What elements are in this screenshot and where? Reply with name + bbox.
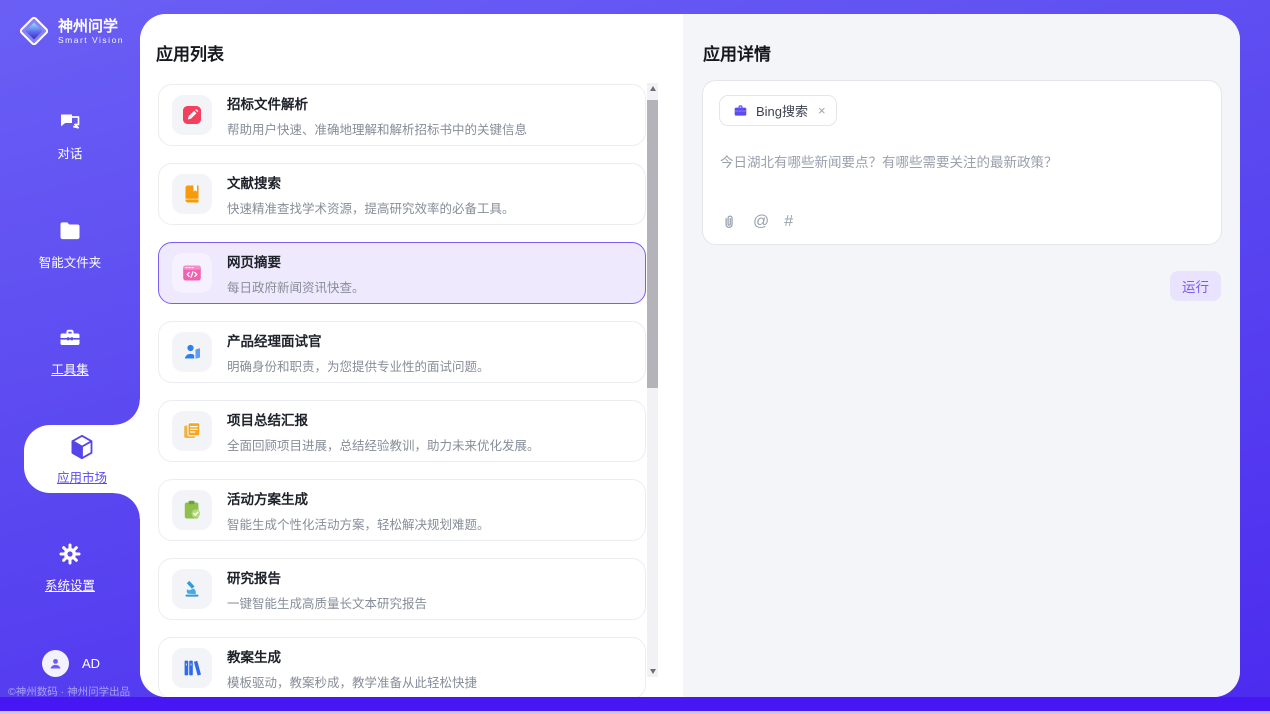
sidebar-item-smart-folder[interactable]: 智能文件夹 (0, 217, 140, 271)
clipboard-check-icon (172, 490, 212, 530)
toolbox-icon (56, 324, 84, 352)
app-card-doc-search[interactable]: 文献搜索 快速精准查找学术资源，提高研究效率的必备工具。 (158, 163, 646, 225)
paperclip-icon[interactable] (720, 213, 738, 231)
app-card-desc: 每日政府新闻资讯快查。 (227, 277, 365, 296)
app-card-desc: 模板驱动，教案秒成，教学准备从此轻松快捷 (227, 672, 477, 691)
tool-chip-label: Bing搜索 (756, 101, 808, 120)
app-card-project-summary[interactable]: 项目总结汇报 全面回顾项目进展，总结经验教训，助力未来优化发展。 (158, 400, 646, 462)
app-card-lesson-plan[interactable]: 教案生成 模板驱动，教案秒成，教学准备从此轻松快捷 (158, 637, 646, 697)
app-list-title: 应用列表 (156, 40, 224, 65)
scroll-down-arrow-icon[interactable] (647, 666, 658, 677)
app-card-desc: 帮助用户快速、准确地理解和解析招标书中的关键信息 (227, 119, 527, 138)
app-card-title: 产品经理面试官 (227, 330, 490, 350)
app-list: 招标文件解析 帮助用户快速、准确地理解和解析招标书中的关键信息 文献搜索 快速精… (158, 84, 646, 697)
sidebar-item-app-market[interactable]: 应用市场 (24, 425, 140, 493)
content-panel: 应用列表 招标文件解析 帮助用户快速、准确地理解和解析招标书中的关键信息 文献搜… (140, 14, 1240, 697)
hash-icon[interactable]: # (784, 213, 793, 231)
app-card-title: 网页摘要 (227, 251, 365, 271)
app-card-desc: 全面回顾项目进展，总结经验教训，助力未来优化发展。 (227, 435, 540, 454)
app-card-desc: 明确身份和职责，为您提供专业性的面试问题。 (227, 356, 490, 375)
sidebar-item-label: 应用市场 (57, 467, 107, 486)
app-card-title: 教案生成 (227, 646, 477, 666)
pencil-edit-icon (172, 95, 212, 135)
prompt-input[interactable]: 今日湖北有哪些新闻要点？有哪些需要关注的最新政策？ (720, 151, 1200, 171)
brand-name: 神州问学 (58, 18, 124, 35)
app-card-title: 招标文件解析 (227, 93, 527, 113)
user-icon (47, 655, 64, 672)
sidebar-item-label: 智能文件夹 (39, 252, 102, 271)
app-card-web-summary[interactable]: 网页摘要 每日政府新闻资讯快查。 (158, 242, 646, 304)
app-card-desc: 快速精准查找学术资源，提高研究效率的必备工具。 (227, 198, 515, 217)
composer-card: Bing搜索 × 今日湖北有哪些新闻要点？有哪些需要关注的最新政策？ @ # (702, 80, 1222, 245)
app-card-title: 文献搜索 (227, 172, 515, 192)
interviewer-icon (172, 332, 212, 372)
app-card-bid-parse[interactable]: 招标文件解析 帮助用户快速、准确地理解和解析招标书中的关键信息 (158, 84, 646, 146)
sidebar-item-label: 系统设置 (45, 575, 95, 594)
browser-code-icon (172, 253, 212, 293)
mention-icon[interactable]: @ (753, 213, 769, 231)
chat-icon (56, 108, 84, 136)
app-card-title: 项目总结汇报 (227, 409, 540, 429)
user-label: AD (82, 656, 100, 671)
app-card-activity-plan[interactable]: 活动方案生成 智能生成个性化活动方案，轻松解决规划难题。 (158, 479, 646, 541)
bottom-accent-bar (0, 697, 1270, 711)
scrollbar[interactable] (647, 83, 658, 677)
scroll-up-arrow-icon[interactable] (647, 83, 658, 94)
microscope-icon (172, 569, 212, 609)
brand-subtitle: Smart Vision (58, 35, 124, 45)
app-card-pm-interviewer[interactable]: 产品经理面试官 明确身份和职责，为您提供专业性的面试问题。 (158, 321, 646, 383)
notes-icon (172, 411, 212, 451)
book-icon (172, 174, 212, 214)
sidebar-item-label: 工具集 (51, 359, 89, 378)
brand-logo-icon (16, 13, 52, 49)
app-card-desc: 一键智能生成高质量长文本研究报告 (227, 593, 427, 612)
cube-icon (67, 432, 97, 462)
avatar[interactable] (42, 650, 69, 677)
tool-chip-bing-search[interactable]: Bing搜索 × (719, 95, 837, 126)
app-card-title: 活动方案生成 (227, 488, 490, 508)
gear-icon (56, 540, 84, 568)
composer-toolbar: @ # (720, 213, 793, 231)
sidebar-footer: ©神州数码 · 神州问学出品 (8, 684, 142, 699)
app-card-research-report[interactable]: 研究报告 一键智能生成高质量长文本研究报告 (158, 558, 646, 620)
sidebar-item-system-settings[interactable]: 系统设置 (0, 540, 140, 594)
app-window: 神州问学 Smart Vision 对话 智能文件夹 工具集 (0, 0, 1270, 714)
sidebar: 神州问学 Smart Vision 对话 智能文件夹 工具集 (0, 0, 140, 711)
books-icon (172, 648, 212, 688)
app-card-title: 研究报告 (227, 567, 427, 587)
briefcase-icon (732, 102, 749, 119)
close-icon[interactable]: × (818, 103, 826, 118)
brand: 神州问学 Smart Vision (16, 13, 124, 49)
folder-icon (56, 217, 84, 245)
run-button[interactable]: 运行 (1170, 271, 1221, 301)
scrollbar-thumb[interactable] (647, 100, 658, 388)
sidebar-item-label: 对话 (57, 143, 82, 162)
user-row[interactable]: AD (42, 650, 100, 677)
sidebar-item-toolset[interactable]: 工具集 (0, 324, 140, 378)
app-detail-pane: 应用详情 Bing搜索 × 今日湖北有哪些新闻要点？有哪些需要关注的最新政策？ … (683, 14, 1240, 697)
app-list-pane: 应用列表 招标文件解析 帮助用户快速、准确地理解和解析招标书中的关键信息 文献搜… (140, 14, 683, 697)
app-card-desc: 智能生成个性化活动方案，轻松解决规划难题。 (227, 514, 490, 533)
sidebar-item-chat[interactable]: 对话 (0, 108, 140, 162)
app-detail-title: 应用详情 (703, 40, 771, 65)
